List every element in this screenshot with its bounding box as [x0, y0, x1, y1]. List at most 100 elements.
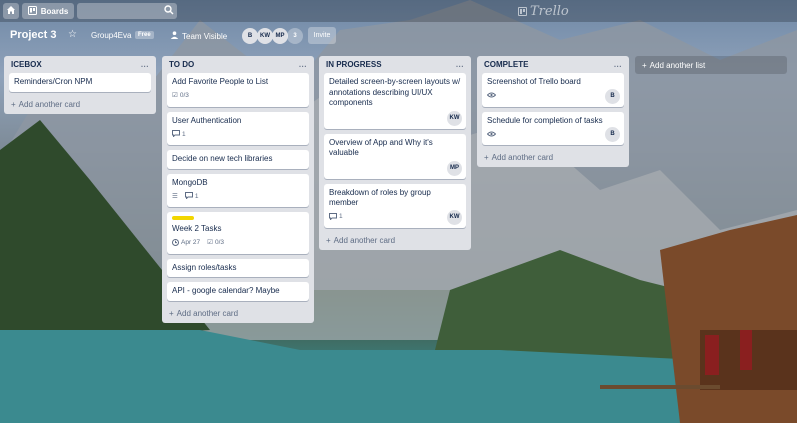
list-menu-icon[interactable]: ... — [299, 60, 307, 69]
checklist-icon: ☑ — [172, 92, 178, 100]
add-card-button[interactable]: + Add another card — [162, 306, 314, 323]
card-title: User Authentication — [172, 115, 242, 125]
clock-icon — [172, 238, 179, 249]
watch-badge — [486, 92, 497, 101]
card[interactable]: Detailed screen-by-screen layouts w/ ann… — [324, 73, 466, 129]
card[interactable]: User Authentication 1 — [167, 111, 309, 145]
search-input[interactable] — [77, 3, 177, 19]
member-avatar[interactable]: B — [242, 28, 258, 44]
add-card-button[interactable]: + Add another card — [4, 97, 156, 114]
add-card-label: Add another card — [333, 235, 396, 245]
card-title: Overview of App and Why it's valuable — [329, 137, 433, 158]
plus-icon: + — [169, 308, 174, 318]
member-avatar[interactable]: KW — [257, 28, 273, 44]
card[interactable]: MongoDB ☰ 1 — [167, 173, 309, 207]
team-icon — [170, 31, 179, 41]
comments-badge: 1 — [184, 192, 199, 203]
board-title[interactable]: Project 3 — [10, 29, 56, 41]
comment-icon — [184, 192, 193, 202]
list-header: COMPLETE ... — [477, 56, 629, 73]
card-member-avatar[interactable]: KW — [447, 110, 462, 126]
member-avatar[interactable]: MP — [272, 28, 288, 44]
list-in-progress: IN PROGRESS ... Detailed screen-by-scree… — [319, 56, 471, 250]
top-bar: Boards Trello — [0, 0, 797, 22]
card[interactable]: Overview of App and Why it's valuable MP — [324, 133, 466, 179]
board-header: Project 3 ☆ Group4Eva Free Team Visible … — [0, 24, 797, 48]
list-header: TO DO ... — [162, 56, 314, 73]
eye-icon — [486, 92, 497, 101]
add-card-button[interactable]: + Add another card — [477, 150, 629, 167]
visibility-button[interactable]: Team Visible — [170, 31, 227, 41]
card-title: Decide on new tech libraries — [172, 154, 273, 163]
card[interactable]: Reminders/Cron NPM — [9, 73, 151, 92]
comment-count: 1 — [194, 192, 199, 200]
invite-button[interactable]: Invite — [308, 27, 336, 44]
card[interactable]: Breakdown of roles by group member 1 KW — [324, 183, 466, 228]
card-label-yellow[interactable] — [172, 216, 194, 220]
card-title: Schedule for completion of tasks — [487, 115, 603, 125]
list-menu-icon[interactable]: ... — [141, 60, 149, 69]
watch-badge — [486, 131, 497, 140]
card-member-avatar[interactable]: KW — [447, 209, 462, 225]
add-card-label: Add another card — [491, 153, 554, 162]
list-title[interactable]: IN PROGRESS — [326, 60, 382, 69]
card[interactable]: Decide on new tech libraries — [167, 150, 309, 169]
plus-icon: + — [484, 153, 489, 162]
card[interactable]: API - google calendar? Maybe — [167, 282, 309, 301]
visibility-label: Team Visible — [182, 31, 228, 41]
list-complete: COMPLETE ... Screenshot of Trello board … — [477, 56, 629, 167]
card-title: Breakdown of roles by group member — [329, 187, 431, 208]
checklist-icon: ☑ — [207, 239, 213, 247]
card-member-avatar[interactable]: B — [605, 127, 620, 142]
card[interactable]: Week 2 Tasks Apr 27 ☑ 0/3 — [167, 212, 309, 254]
comment-count: 1 — [339, 213, 343, 221]
card-member-avatar[interactable]: B — [605, 88, 620, 104]
add-list-button[interactable]: + Add another list — [635, 56, 787, 74]
card-title: Assign roles/tasks — [172, 262, 237, 272]
comments-badge: 1 — [172, 130, 186, 141]
comments-badge: 1 — [329, 212, 343, 223]
card[interactable]: Assign roles/tasks — [167, 258, 309, 277]
card[interactable]: Schedule for completion of tasks B — [482, 111, 624, 145]
card-title: MongoDB — [172, 177, 208, 187]
card-member-avatar[interactable]: MP — [447, 160, 462, 176]
list-title[interactable]: COMPLETE — [484, 60, 528, 69]
home-button[interactable] — [3, 3, 19, 19]
plus-icon: + — [11, 99, 16, 109]
card-title: Detailed screen-by-screen layouts w/ ann… — [329, 77, 461, 107]
due-date: Apr 27 — [181, 239, 201, 247]
list-title[interactable]: TO DO — [169, 60, 194, 69]
search-icon — [164, 5, 174, 17]
add-card-label: Add another card — [176, 308, 239, 318]
card-title: Reminders/Cron NPM — [14, 77, 93, 86]
card[interactable]: Screenshot of Trello board B — [482, 73, 624, 107]
trello-logo[interactable]: Trello — [518, 3, 569, 19]
card-title: Week 2 Tasks — [172, 224, 222, 233]
trello-logo-icon — [518, 6, 527, 16]
card-title: Add Favorite People to List — [172, 77, 269, 86]
checklist-count: 0/3 — [179, 92, 189, 100]
list-header: ICEBOX ... — [4, 56, 156, 73]
checklist-badge: ☑ 0/3 — [207, 238, 224, 249]
eye-icon — [486, 131, 497, 140]
list-menu-icon[interactable]: ... — [456, 60, 464, 69]
comment-icon — [172, 130, 180, 140]
star-icon[interactable]: ☆ — [68, 29, 77, 40]
add-card-button[interactable]: + Add another card — [319, 233, 471, 250]
logo-text: Trello — [530, 3, 569, 19]
checklist-count: 0/3 — [214, 239, 225, 247]
card[interactable]: Add Favorite People to List ☑ 0/3 — [167, 73, 309, 107]
list-title[interactable]: ICEBOX — [11, 60, 42, 69]
plus-icon: + — [326, 235, 331, 245]
card-title: Screenshot of Trello board — [487, 77, 581, 86]
boards-button[interactable]: Boards — [22, 3, 74, 19]
member-count[interactable]: 3 — [287, 28, 303, 44]
list-todo: TO DO ... Add Favorite People to List ☑ … — [162, 56, 314, 323]
list-header: IN PROGRESS ... — [319, 56, 471, 73]
team-name[interactable]: Group4Eva — [91, 31, 131, 40]
home-icon — [6, 5, 16, 17]
list-menu-icon[interactable]: ... — [614, 60, 622, 69]
list-icebox: ICEBOX ... Reminders/Cron NPM + Add anot… — [4, 56, 156, 114]
comment-icon — [329, 212, 337, 223]
boards-label: Boards — [40, 6, 69, 16]
